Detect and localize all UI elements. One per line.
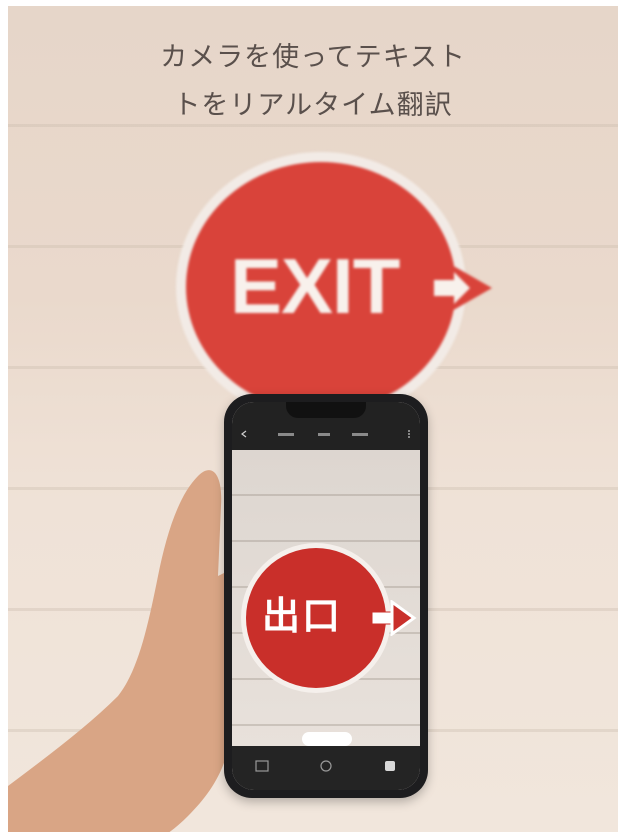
- menu-icon[interactable]: [406, 430, 412, 438]
- arrow-right-icon: [371, 600, 417, 636]
- target-language-selector[interactable]: [352, 433, 368, 436]
- exit-sign: EXIT: [186, 162, 506, 412]
- exit-sign-text: EXIT: [230, 242, 400, 330]
- capture-icon[interactable]: [318, 758, 334, 774]
- gallery-icon[interactable]: [254, 758, 270, 774]
- swap-language-button[interactable]: [318, 433, 330, 436]
- settings-icon[interactable]: [382, 758, 398, 774]
- phone-notch: [286, 402, 366, 418]
- camera-view: 出口: [232, 450, 420, 746]
- promo-image: カメラを使ってテキスト トをリアルタイム翻訳 EXIT 出口: [8, 6, 618, 832]
- source-language-selector[interactable]: [278, 433, 294, 436]
- pause-pill-button[interactable]: [302, 732, 352, 746]
- phone-screen: 出口: [232, 402, 420, 790]
- app-toolbar: [232, 402, 420, 450]
- bottom-navigation: [232, 746, 420, 790]
- translated-sign: 出口: [242, 548, 420, 688]
- translated-text: 出口: [262, 594, 343, 638]
- back-icon[interactable]: [240, 430, 248, 438]
- phone: 出口: [224, 394, 428, 798]
- arrow-right-icon: [434, 272, 470, 304]
- headline-line-1: カメラを使ってテキスト: [160, 42, 466, 73]
- headline: カメラを使ってテキスト トをリアルタイム翻訳: [8, 34, 618, 130]
- headline-line-2: トをリアルタイム翻訳: [173, 90, 453, 121]
